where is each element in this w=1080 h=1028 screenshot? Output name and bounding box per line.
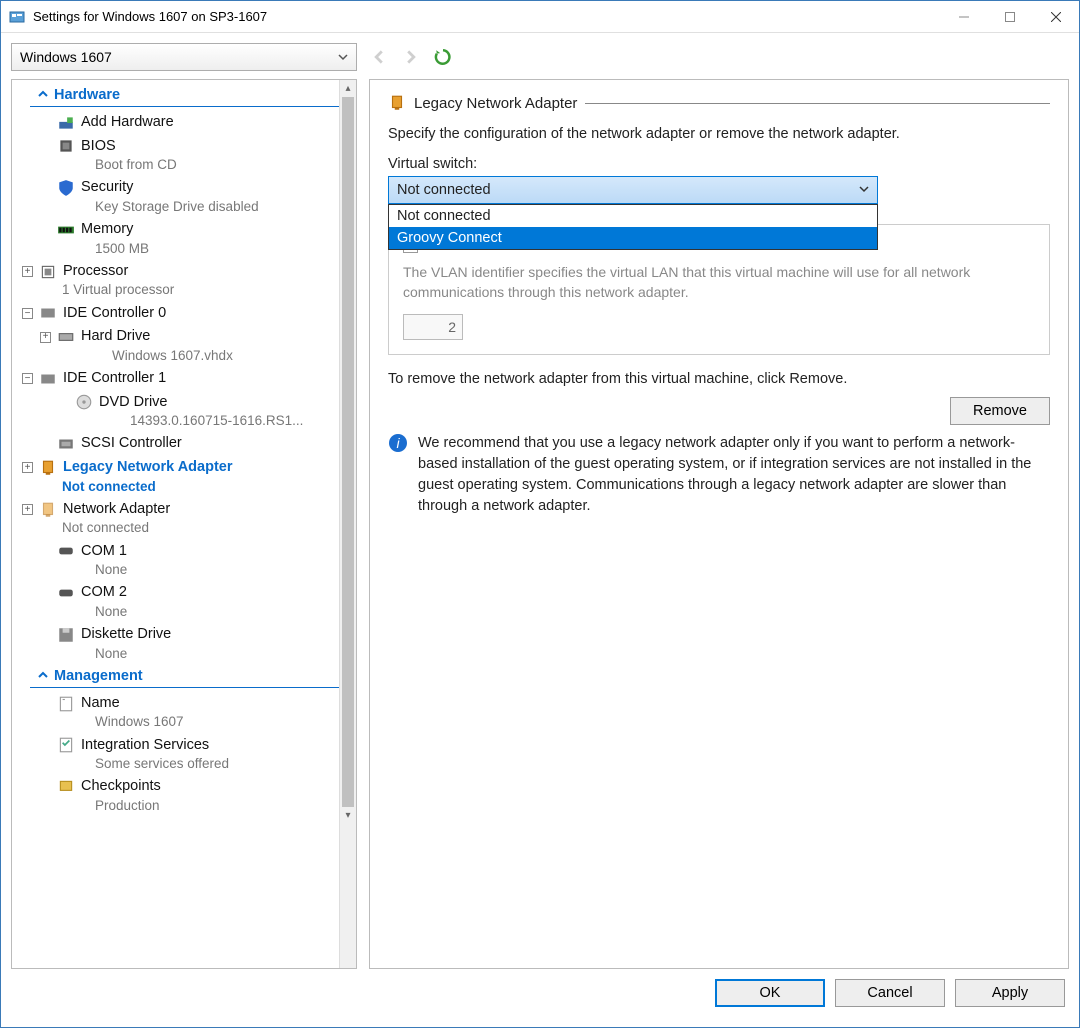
divider bbox=[585, 103, 1050, 104]
sidebar-item-network-adapter[interactable]: +Network Adapter Not connected bbox=[12, 498, 356, 540]
network-adapter-icon bbox=[39, 459, 57, 477]
expand-icon[interactable]: + bbox=[22, 462, 33, 473]
tree-scrollbar[interactable]: ▴ ▾ bbox=[339, 80, 356, 968]
network-adapter-icon bbox=[388, 94, 406, 112]
sidebar-item-memory[interactable]: Memory 1500 MB bbox=[12, 218, 356, 260]
network-adapter-icon bbox=[39, 501, 57, 519]
sidebar-item-legacy-network-adapter[interactable]: +Legacy Network Adapter Not connected bbox=[12, 456, 356, 498]
scroll-down-button[interactable]: ▾ bbox=[340, 807, 356, 824]
virtual-switch-combo[interactable]: Not connected bbox=[388, 176, 878, 204]
remove-description: To remove the network adapter from this … bbox=[388, 371, 1050, 387]
chevron-down-icon bbox=[859, 182, 869, 198]
expand-icon[interactable]: + bbox=[22, 266, 33, 277]
com-port-icon bbox=[57, 584, 75, 602]
sidebar-item-add-hardware[interactable]: Add Hardware bbox=[12, 111, 356, 135]
section-management[interactable]: Management bbox=[30, 665, 348, 688]
nav-back-button[interactable] bbox=[367, 45, 391, 69]
ok-button[interactable]: OK bbox=[715, 979, 825, 1007]
maximize-button[interactable] bbox=[987, 1, 1033, 33]
expand-icon[interactable]: + bbox=[40, 332, 51, 343]
com-port-icon bbox=[57, 542, 75, 560]
sidebar-item-ide1[interactable]: −IDE Controller 1 bbox=[12, 367, 356, 391]
sidebar-item-security[interactable]: Security Key Storage Drive disabled bbox=[12, 176, 356, 218]
dialog-footer: OK Cancel Apply bbox=[11, 969, 1069, 1017]
window-title: Settings for Windows 1607 on SP3-1607 bbox=[33, 9, 941, 24]
name-icon bbox=[57, 695, 75, 713]
combo-option-groovy-connect[interactable]: Groovy Connect bbox=[389, 227, 877, 249]
checkpoint-icon bbox=[57, 778, 75, 796]
scsi-icon bbox=[57, 435, 75, 453]
panel-description: Specify the configuration of the network… bbox=[388, 126, 1050, 142]
virtual-switch-value: Not connected bbox=[397, 182, 491, 198]
virtual-switch-dropdown-list: Not connected Groovy Connect bbox=[388, 204, 878, 250]
controller-icon bbox=[39, 304, 57, 322]
sidebar-item-checkpoints[interactable]: Checkpoints Production bbox=[12, 775, 356, 817]
panel-title: Legacy Network Adapter bbox=[414, 95, 577, 112]
toolbar: Windows 1607 bbox=[11, 43, 1069, 71]
sidebar-item-com2[interactable]: COM 2 None bbox=[12, 581, 356, 623]
sidebar-item-processor[interactable]: +Processor 1 Virtual processor bbox=[12, 260, 356, 302]
sidebar-item-dvd-drive[interactable]: DVD Drive 14393.0.160715-1616.RS1... bbox=[12, 391, 356, 433]
info-text: We recommend that you use a legacy netwo… bbox=[418, 433, 1050, 517]
expand-icon[interactable]: + bbox=[22, 504, 33, 515]
controller-icon bbox=[39, 370, 57, 388]
section-hardware[interactable]: Hardware bbox=[30, 84, 348, 107]
details-panel: Legacy Network Adapter Specify the confi… bbox=[369, 79, 1069, 969]
add-hardware-icon bbox=[57, 114, 75, 132]
settings-tree: Hardware Add Hardware BIOS Boot from CD … bbox=[11, 79, 357, 969]
memory-icon bbox=[57, 221, 75, 239]
vm-selector-dropdown[interactable]: Windows 1607 bbox=[11, 43, 357, 71]
collapse-icon bbox=[38, 87, 48, 103]
app-icon bbox=[9, 9, 25, 25]
vm-selector-value: Windows 1607 bbox=[20, 49, 112, 65]
close-button[interactable] bbox=[1033, 1, 1079, 33]
sidebar-item-com1[interactable]: COM 1 None bbox=[12, 540, 356, 582]
collapse-icon[interactable]: − bbox=[22, 373, 33, 384]
scroll-up-button[interactable]: ▴ bbox=[340, 80, 356, 97]
vlan-id-input[interactable] bbox=[403, 314, 463, 340]
hard-drive-icon bbox=[57, 328, 75, 346]
collapse-icon[interactable]: − bbox=[22, 308, 33, 319]
disc-icon bbox=[75, 393, 93, 411]
sidebar-item-diskette-drive[interactable]: Diskette Drive None bbox=[12, 623, 356, 665]
nav-forward-button[interactable] bbox=[399, 45, 423, 69]
refresh-button[interactable] bbox=[431, 45, 455, 69]
cancel-button[interactable]: Cancel bbox=[835, 979, 945, 1007]
apply-button[interactable]: Apply bbox=[955, 979, 1065, 1007]
virtual-switch-label: Virtual switch: bbox=[388, 156, 1050, 172]
floppy-icon bbox=[57, 626, 75, 644]
services-icon bbox=[57, 736, 75, 754]
info-icon: i bbox=[388, 433, 408, 453]
titlebar: Settings for Windows 1607 on SP3-1607 bbox=[1, 1, 1079, 33]
vlan-description: The VLAN identifier specifies the virtua… bbox=[403, 263, 1035, 302]
sidebar-item-name[interactable]: Name Windows 1607 bbox=[12, 692, 356, 734]
scroll-thumb[interactable] bbox=[342, 97, 354, 807]
collapse-icon bbox=[38, 668, 48, 684]
shield-icon bbox=[57, 179, 75, 197]
cpu-icon bbox=[39, 263, 57, 281]
chip-icon bbox=[57, 137, 75, 155]
chevron-down-icon bbox=[338, 49, 348, 65]
sidebar-item-scsi-controller[interactable]: SCSI Controller bbox=[12, 432, 356, 456]
minimize-button[interactable] bbox=[941, 1, 987, 33]
sidebar-item-hard-drive[interactable]: +Hard Drive Windows 1607.vhdx bbox=[12, 325, 356, 367]
sidebar-item-bios[interactable]: BIOS Boot from CD bbox=[12, 135, 356, 177]
sidebar-item-ide0[interactable]: −IDE Controller 0 bbox=[12, 302, 356, 326]
combo-option-not-connected[interactable]: Not connected bbox=[389, 205, 877, 227]
remove-button[interactable]: Remove bbox=[950, 397, 1050, 425]
sidebar-item-integration-services[interactable]: Integration Services Some services offer… bbox=[12, 734, 356, 776]
